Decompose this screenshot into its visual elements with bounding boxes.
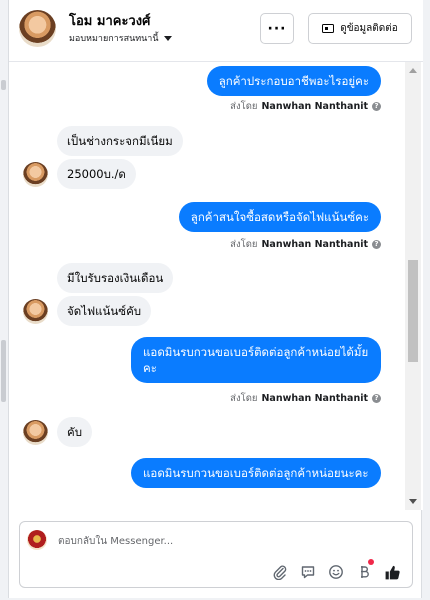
more-dots-icon: ··· [267, 20, 287, 37]
sent-by-line: ส่งโดย Nanwhan Nanthanit ? [230, 99, 381, 114]
message-bubble-incoming: คับ [57, 417, 92, 447]
page-edge [0, 0, 8, 600]
contact-avatar-small[interactable] [23, 162, 48, 187]
contact-name[interactable]: โอม มาคะวงศ์ [69, 10, 150, 31]
help-icon[interactable]: ? [372, 102, 381, 111]
sent-by-prefix: ส่งโดย [230, 239, 258, 250]
message-bubble-outgoing: แอดมินรบกวนขอเบอร์ติดต่อลูกค้าหน่อยนะคะ [131, 458, 381, 488]
baht-icon[interactable] [354, 559, 374, 582]
edge-mark [1, 80, 6, 90]
view-contact-label: ดูข้อมูลติดต่อ [340, 23, 398, 34]
paperclip-icon[interactable] [270, 562, 290, 582]
sent-by-line: ส่งโดย Nanwhan Nanthanit ? [230, 391, 381, 406]
view-contact-button[interactable]: ดูข้อมูลติดต่อ [308, 13, 412, 44]
sent-by-prefix: ส่งโดย [230, 393, 258, 404]
message-bubble-outgoing: แอดมินรบกวนขอเบอร์ติดต่อลูกค้าหน่อยได้มั… [131, 337, 381, 383]
assign-label: มอบหมายการสนทนานี้ [69, 34, 159, 44]
sender-name[interactable]: Nanwhan Nanthanit [261, 239, 368, 250]
assign-conversation-dropdown[interactable]: มอบหมายการสนทนานี้ [69, 31, 172, 45]
message-bubble-incoming: มีใบรับรองเงินเดือน [57, 263, 174, 293]
scroll-down-icon[interactable] [409, 499, 417, 504]
speech-bubble-icon[interactable] [298, 562, 318, 582]
conversation-header: โอม มาคะวงศ์ มอบหมายการสนทนานี้ ··· ดูข้… [9, 0, 423, 62]
message-scrollbar[interactable] [405, 62, 421, 510]
emoji-icon[interactable] [326, 562, 346, 582]
help-icon[interactable]: ? [372, 240, 381, 249]
scroll-up-icon[interactable] [409, 68, 417, 73]
composer-toolbar [20, 559, 414, 582]
sent-by-line: ส่งโดย Nanwhan Nanthanit ? [230, 237, 381, 252]
contact-avatar-small[interactable] [23, 299, 48, 324]
caret-down-icon [163, 35, 172, 41]
message-bubble-incoming: 25000บ./ด [57, 159, 136, 189]
page-avatar [27, 530, 47, 550]
message-thread: ลูกค้าประกอบอาชีพอะไรอยู่คะ ส่งโดย Nanwh… [9, 62, 423, 510]
message-bubble-incoming: เป็นช่างกระจกมีเนียม [57, 126, 183, 156]
conversation-panel: โอม มาคะวงศ์ มอบหมายการสนทนานี้ ··· ดูข้… [8, 0, 423, 598]
contact-avatar[interactable] [19, 10, 56, 47]
edge-mark [1, 340, 6, 402]
sender-name[interactable]: Nanwhan Nanthanit [261, 393, 368, 404]
message-bubble-outgoing: ลูกค้าประกอบอาชีพอะไรอยู่คะ [206, 66, 381, 96]
message-bubble-outgoing: ลูกค้าสนใจซื้อสดหรือจัดไฟแน้นซ์คะ [178, 202, 381, 232]
contact-avatar-small[interactable] [23, 420, 48, 445]
reply-composer [19, 521, 413, 588]
contact-card-icon [322, 24, 335, 33]
message-bubble-incoming: จัดไฟแน้นซ์คับ [57, 296, 152, 326]
reply-input[interactable] [58, 533, 388, 549]
sender-name[interactable]: Nanwhan Nanthanit [261, 101, 368, 112]
more-options-button[interactable]: ··· [260, 13, 294, 44]
thumbs-up-icon[interactable] [382, 562, 402, 582]
scroll-thumb[interactable] [408, 260, 418, 362]
help-icon[interactable]: ? [372, 394, 381, 403]
notification-dot [368, 559, 374, 565]
sent-by-prefix: ส่งโดย [230, 101, 258, 112]
